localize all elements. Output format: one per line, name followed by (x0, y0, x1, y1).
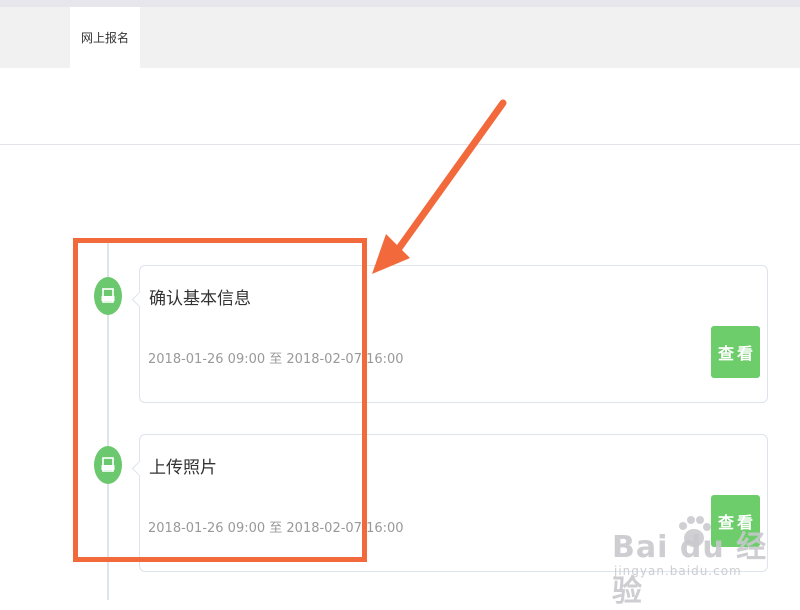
watermark-url: jingyan.baidu.com (614, 564, 742, 578)
watermark: Bai du 经验 jingyan.baidu.com (612, 512, 792, 609)
annotation-arrow-icon (372, 99, 507, 274)
